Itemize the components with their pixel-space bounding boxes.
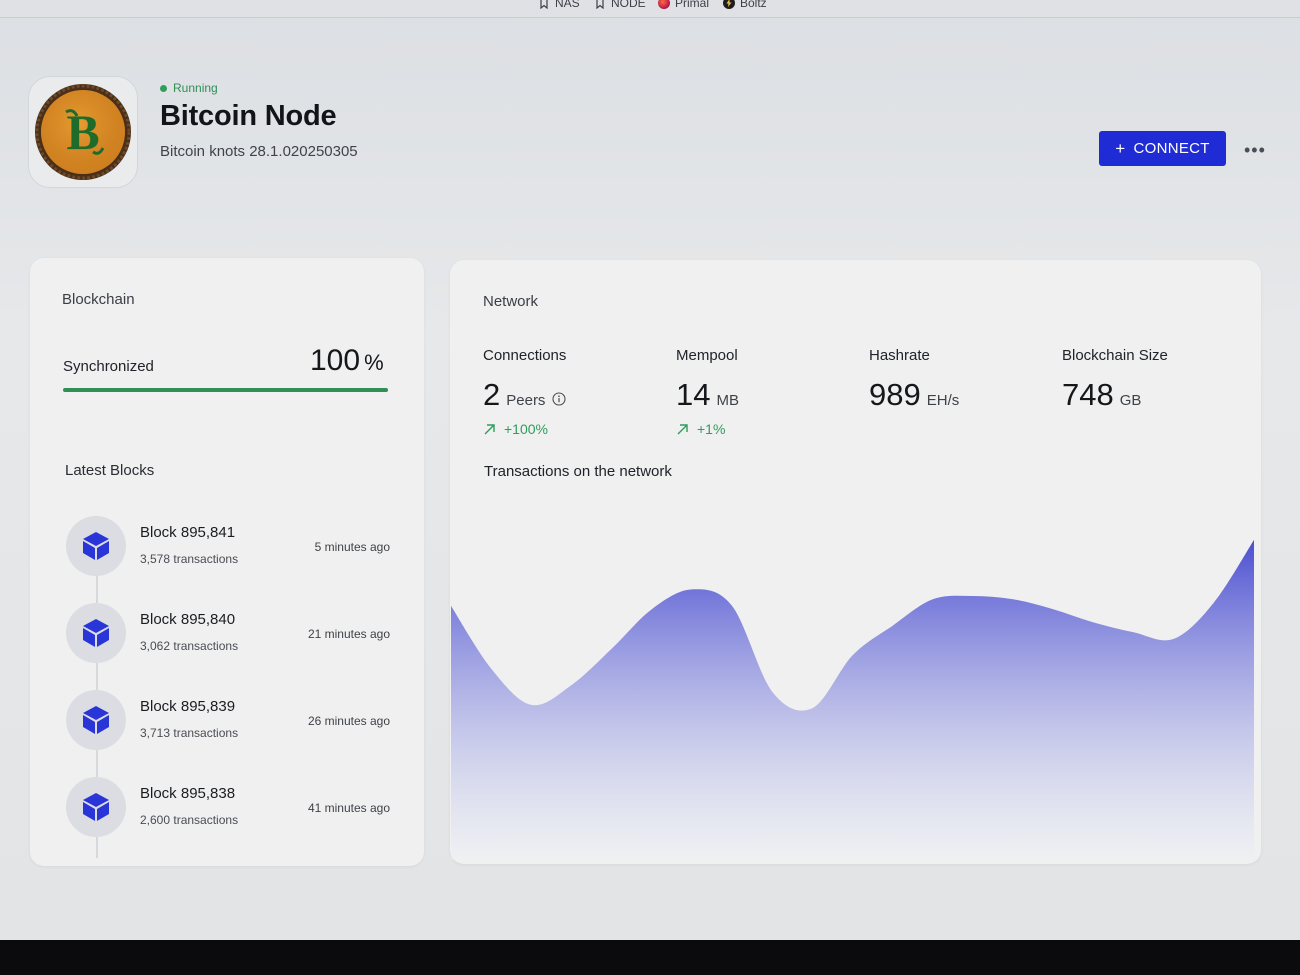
bookmark-icon [596, 0, 604, 9]
bookmark-label: NODE [611, 0, 646, 10]
block-list-item[interactable]: Block 895,840 3,062 transactions 21 minu… [66, 603, 396, 667]
sync-label: Synchronized [63, 358, 154, 375]
sync-percent: 100 [310, 344, 361, 377]
block-list-item[interactable]: Block 895,839 3,713 transactions 26 minu… [66, 690, 396, 754]
status-label: Running [173, 81, 218, 95]
blockchain-size-label: Blockchain Size [1062, 347, 1168, 364]
bookmarks-bar: NAS NODE Primal Boltz [0, 0, 1300, 18]
hashrate-unit: EH/s [926, 392, 960, 409]
cube-icon [83, 793, 109, 821]
bookmark-label: Boltz [740, 0, 767, 10]
connections-value-row: 2 Peers [483, 377, 566, 413]
blockchain-size-value-row: 748 GB [1062, 377, 1168, 413]
block-list-item[interactable]: Block 895,838 2,600 transactions 41 minu… [66, 777, 396, 841]
boltz-icon [723, 0, 735, 9]
block-time: 26 minutes ago [307, 714, 390, 728]
connections-change-value: +100% [504, 421, 548, 437]
block-transactions: 3,578 transactions [140, 552, 239, 566]
connections-unit-label: Peers [506, 392, 546, 409]
sync-progress-fill [63, 388, 388, 392]
page-subtitle: Bitcoin knots 28.1.020250305 [160, 143, 358, 160]
block-transactions: 3,713 transactions [140, 726, 239, 740]
connections-stat: Connections 2 Peers +100% [483, 347, 566, 437]
hashrate-value-row: 989 EH/s [869, 377, 959, 413]
mempool-value-row: 14 MB [676, 377, 739, 413]
mempool-value: 14 [676, 377, 711, 412]
bookmark-label: NAS [555, 0, 580, 10]
blockchain-size-stat: Blockchain Size 748 GB [1062, 347, 1168, 413]
block-transactions: 3,062 transactions [140, 639, 239, 653]
status-dot-icon [160, 84, 167, 92]
plus-icon: + [1115, 139, 1126, 158]
blockchain-card-title: Blockchain [62, 291, 135, 308]
network-card-title: Network [483, 293, 539, 310]
connections-change: +100% [483, 421, 566, 437]
block-name: Block 895,841 [140, 524, 236, 541]
block-icon-badge [66, 603, 126, 663]
arrow-up-right-icon [484, 423, 495, 434]
bookmark-nas[interactable]: NAS [538, 0, 580, 10]
bookmark-icon [540, 0, 548, 9]
blockchain-size-unit: GB [1119, 392, 1142, 409]
connect-button[interactable]: + CONNECT [1099, 131, 1226, 166]
mempool-change: +1% [676, 421, 739, 437]
hashrate-stat: Hashrate 989 EH/s [869, 347, 959, 413]
network-card: Network Connections 2 Peers +100% Mempoo… [450, 260, 1261, 864]
sync-progress-bar [63, 388, 388, 392]
status-indicator: Running [160, 81, 218, 95]
primal-icon [658, 0, 670, 9]
block-time: 5 minutes ago [314, 540, 390, 554]
sync-value: 100% [310, 344, 384, 378]
hashrate-label: Hashrate [869, 347, 930, 364]
screen: NAS NODE Primal Boltz B Running Bitcoin … [0, 0, 1300, 945]
arrow-up-right-icon [677, 423, 688, 434]
mempool-label: Mempool [676, 347, 738, 364]
transactions-area-chart [451, 539, 1254, 860]
cube-icon [83, 619, 109, 647]
block-time: 21 minutes ago [307, 627, 390, 641]
block-name: Block 895,840 [140, 611, 236, 628]
cube-icon [83, 532, 109, 560]
bookmark-label: Primal [675, 0, 710, 10]
latest-blocks-title: Latest Blocks [65, 462, 155, 479]
cube-icon [83, 706, 109, 734]
blockchain-card: Blockchain Synchronized 100% Latest Bloc… [30, 258, 424, 866]
monitor-bezel [0, 940, 1300, 975]
bitcoin-knots-logo-icon: B [35, 84, 131, 180]
block-transactions: 2,600 transactions [140, 813, 239, 827]
block-icon-badge [66, 516, 126, 576]
mempool-unit: MB [716, 392, 739, 409]
block-name: Block 895,838 [140, 785, 236, 802]
bookmark-boltz[interactable]: Boltz [723, 0, 767, 10]
page-title: Bitcoin Node [160, 100, 337, 132]
bookmark-primal[interactable]: Primal [658, 0, 709, 10]
bookmark-node[interactable]: NODE [594, 0, 646, 10]
more-options-button[interactable]: ••• [1244, 140, 1268, 160]
connections-value: 2 [483, 377, 501, 412]
app-logo: B [28, 76, 138, 188]
sync-unit: % [364, 350, 384, 375]
block-icon-badge [66, 690, 126, 750]
transactions-chart-title: Transactions on the network [484, 463, 672, 480]
connect-label: CONNECT [1133, 140, 1210, 157]
block-name: Block 895,839 [140, 698, 236, 715]
hashrate-value: 989 [869, 377, 921, 412]
mempool-stat: Mempool 14 MB +1% [676, 347, 739, 437]
block-list-item[interactable]: Block 895,841 3,578 transactions 5 minut… [66, 516, 396, 580]
block-icon-badge [66, 777, 126, 837]
block-time: 41 minutes ago [307, 801, 390, 815]
blockchain-size-value: 748 [1062, 377, 1114, 412]
transactions-area-series [451, 539, 1254, 860]
connections-label: Connections [483, 347, 567, 364]
mempool-change-value: +1% [697, 421, 726, 437]
info-icon[interactable] [552, 392, 566, 406]
connections-unit: Peers [506, 392, 566, 409]
